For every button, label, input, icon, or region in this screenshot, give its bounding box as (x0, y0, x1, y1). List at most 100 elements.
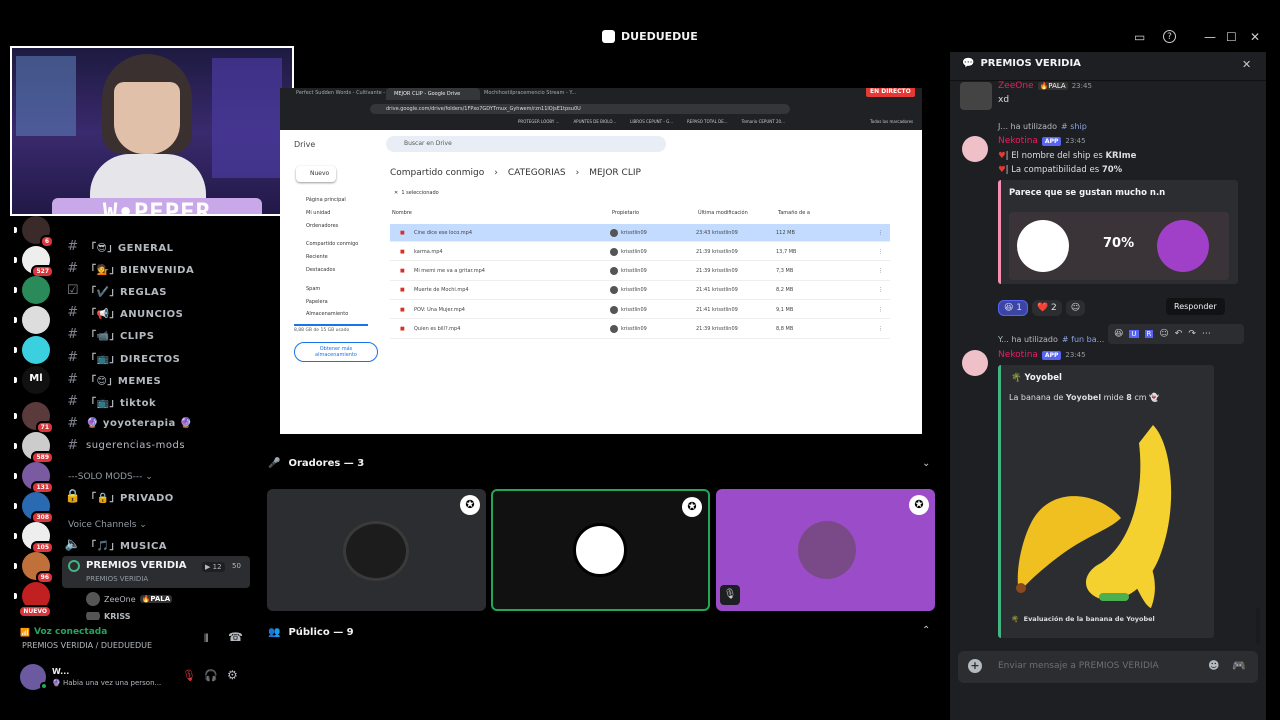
forward-icon[interactable]: ↷ (1188, 329, 1196, 339)
more-options-icon[interactable]: ⋮ (878, 268, 883, 274)
signal-icon: 📶 (20, 628, 30, 637)
more-options-icon[interactable]: ⋯ (1202, 329, 1211, 339)
owner-avatar (610, 247, 618, 256)
table-row[interactable]: ■ Quien es bill?.mp4 krisstlin09 21:39 kris… (390, 321, 890, 339)
server-icon[interactable]: 308 (14, 492, 54, 524)
ship-avatar-right (1157, 220, 1209, 272)
table-row[interactable]: ■ POV: Una Mujer.mp4 krisstlin09 21:41 kris… (390, 301, 890, 320)
more-options-icon[interactable]: ⋮ (878, 287, 883, 293)
avatar[interactable] (960, 82, 992, 110)
channel-item[interactable]: # 「😎」GENERAL (60, 236, 250, 256)
mute-mic-icon[interactable]: 🎙 (182, 669, 196, 682)
server-icon[interactable]: 589 (14, 432, 54, 464)
channel-item[interactable]: # sugerencias-mods (60, 436, 250, 456)
channel-item[interactable]: # 「😊」MEMES (60, 369, 250, 389)
stage-channel-premios-veridia[interactable]: PREMIOS VERIDIA PREMIOS VERIDIA ▶ 12 50 (62, 556, 250, 588)
server-icon[interactable]: 131 (14, 462, 54, 494)
emoji-icon[interactable]: ☻ (1208, 659, 1219, 672)
channel-item[interactable]: # 「📹」CLIPS (60, 325, 250, 345)
reaction-laugh[interactable]: 😆 1 (998, 300, 1028, 316)
channel-item[interactable]: # 「📢」ANUNCIOS (60, 303, 250, 323)
server-icon[interactable]: 527 (14, 246, 54, 278)
table-row[interactable]: ■ Mi memi me va a gritar.mp4 krisstlin09 21… (390, 263, 890, 281)
server-icon[interactable]: 71 (14, 402, 54, 434)
browser-tab[interactable]: Perfect Sudden Words - Cultivante - Y... (296, 90, 394, 96)
audience-header[interactable]: 👥 Público — 9 (268, 627, 354, 638)
unread-indicator (14, 503, 17, 509)
server-icon[interactable] (14, 306, 50, 334)
speakers-header[interactable]: 🎤 Oradores — 3 (268, 458, 364, 469)
server-icon[interactable]: Ml (14, 366, 50, 394)
channel-item[interactable]: # 「📺」DIRECTOS (60, 347, 250, 367)
file-name: Muerte de Mochi.mp4 (414, 287, 469, 294)
add-reaction-icon[interactable]: ☺ (1065, 300, 1086, 316)
inbox-icon[interactable]: ▭ (1134, 30, 1145, 44)
more-options-icon[interactable]: ⋮ (878, 326, 883, 332)
people-icon: 👥 (268, 627, 281, 638)
screen-share-view[interactable]: Perfect Sudden Words - Cultivante - Y...… (280, 88, 922, 434)
more-options-icon[interactable]: ⋮ (878, 230, 883, 236)
muted-mic-icon: 🎙 (720, 585, 740, 605)
channel-item[interactable]: # 「💁」BIENVENIDA (60, 258, 250, 278)
server-icon[interactable] (14, 276, 50, 304)
channel-musica[interactable]: 🔈 「🎵」MUSICA (60, 534, 250, 554)
stage-member-zeeone[interactable]: ZeeOne 🔥PALA (86, 592, 173, 606)
r-reaction-icon[interactable]: R (1144, 330, 1154, 338)
table-row[interactable]: ■ Muerte de Mochi.mp4 krisstlin09 21:41 kri… (390, 282, 890, 300)
get-storage-button[interactable]: Obtener más almacenamiento (294, 342, 378, 362)
close-window-button[interactable]: ✕ (1250, 30, 1260, 44)
drive-logo[interactable]: Drive (294, 140, 315, 149)
channel-item[interactable]: # 「📺」tiktok (60, 391, 250, 411)
server-icon[interactable]: 6 (14, 216, 54, 248)
disconnect-icon[interactable]: ☎ (228, 630, 243, 644)
maximize-button[interactable]: ☐ (1226, 30, 1237, 44)
reaction-heart[interactable]: ❤️ 2 (1031, 300, 1062, 316)
browser-tab-active[interactable]: MEJOR CLIP - Google Drive (386, 88, 480, 100)
ship-image[interactable]: 70% (1009, 212, 1229, 280)
drive-new-button[interactable]: Nuevo (296, 166, 336, 182)
file-owner: krisstlin09 (621, 229, 647, 236)
moderator-star-icon: ✪ (682, 497, 702, 517)
category-voice-channels[interactable]: Voice Channels ⌄ (68, 520, 147, 530)
more-options-icon[interactable]: ⋮ (878, 249, 883, 255)
chat-input[interactable]: + Enviar mensaje a PREMIOS VERIDIA ☻ 🎮 (958, 651, 1258, 683)
table-row[interactable]: ■ Cine dice ese loco.mp4 krisstlin09 23:43 … (390, 224, 890, 242)
server-icon[interactable]: NUEVO (14, 582, 52, 618)
video-file-icon: ■ (400, 268, 405, 275)
u-reaction-icon[interactable]: U (1129, 330, 1139, 338)
nekotina-avatar[interactable] (962, 350, 988, 376)
channel-privado[interactable]: 🔒 「🔒」PRIVADO (60, 486, 250, 506)
reply-icon[interactable]: ↶ (1175, 329, 1183, 339)
chevron-down-icon[interactable]: ⌄ (922, 458, 930, 469)
server-icon[interactable] (14, 336, 50, 364)
speaker-tile[interactable]: ✪ 🎙 (716, 489, 935, 611)
speaker-tile-speaking[interactable]: ✪ (491, 489, 710, 611)
plus-icon[interactable]: + (968, 659, 982, 673)
more-options-icon[interactable]: ⋮ (878, 307, 883, 313)
table-row[interactable]: ■ karma.mp4 krisstlin09 21:39 krisstlin09 13… (390, 243, 890, 262)
channel-item[interactable]: # 🔮 yoyoterapia 🔮 (60, 414, 250, 434)
gear-icon[interactable]: ⚙ (227, 668, 238, 682)
speaker-tile[interactable]: ✪ (267, 489, 486, 611)
nekotina-avatar[interactable] (962, 136, 988, 162)
gamepad-icon[interactable]: 🎮 (1232, 659, 1246, 672)
channel-item[interactable]: ☑ 「✔️」REGLAS (60, 280, 250, 300)
file-name: Quien es bill?.mp4 (414, 326, 461, 332)
browser-tab[interactable]: Mochihostilpracemencio Stream - Y... (484, 90, 576, 96)
help-icon[interactable]: ? (1163, 30, 1176, 43)
headphones-icon[interactable]: 🎧 (204, 669, 218, 682)
drive-search-input[interactable]: Buscar en Drive (386, 136, 666, 152)
server-icon[interactable]: 96 (14, 552, 54, 584)
minimize-button[interactable]: — (1204, 30, 1216, 44)
emoji-icon[interactable]: 😆 (1114, 329, 1123, 339)
add-reaction-icon[interactable]: ☺ (1159, 329, 1168, 339)
chevron-up-icon[interactable]: ⌃ (922, 625, 930, 636)
stage-member-kriss[interactable]: KRISS (86, 612, 131, 620)
scrollbar[interactable] (1256, 608, 1260, 644)
category-solo-mods[interactable]: ---SOLO MODS--- ⌄ (68, 472, 153, 482)
close-icon[interactable]: ✕ (1242, 58, 1251, 71)
address-bar[interactable]: drive.google.com/drive/folders/1FPxo7GDY… (370, 104, 790, 114)
noise-suppression-icon[interactable]: ⫴ (204, 632, 209, 646)
server-icon[interactable]: 105 (14, 522, 54, 554)
channel-hash-icon: # (67, 305, 79, 321)
